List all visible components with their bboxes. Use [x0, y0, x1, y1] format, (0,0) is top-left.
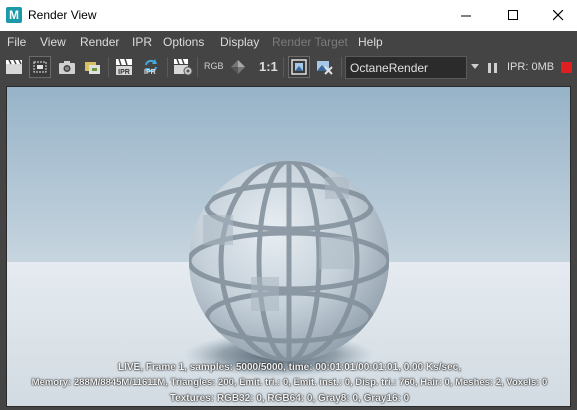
remove-image-button[interactable]	[314, 56, 336, 78]
stop-icon[interactable]	[561, 62, 572, 73]
rgb-channel-label[interactable]: RGB	[204, 61, 224, 71]
menu-render-target: Render Target	[272, 35, 348, 49]
close-icon	[552, 10, 563, 21]
maximize-icon	[507, 10, 518, 20]
menu-display[interactable]: Display	[220, 35, 259, 49]
menu-options[interactable]: Options	[163, 35, 204, 49]
toolbar: IPR IPR RGB 1:1 OctaneRender IPR: 0MB	[0, 53, 577, 82]
toolbar-separator	[283, 57, 284, 77]
renderer-select[interactable]: OctaneRender	[345, 56, 467, 79]
maximize-button[interactable]	[490, 0, 536, 31]
close-button[interactable]	[535, 0, 577, 31]
menu-ipr[interactable]: IPR	[132, 35, 152, 49]
menu-view[interactable]: View	[40, 35, 66, 49]
svg-text:IPR: IPR	[118, 69, 130, 76]
chevron-down-icon[interactable]	[471, 64, 479, 69]
keep-image-icon	[85, 62, 100, 74]
menu-bar: File View Render IPR Options Display Ren…	[0, 31, 577, 53]
one-to-one-icon[interactable]: 1:1	[259, 59, 278, 74]
menu-help[interactable]: Help	[358, 35, 383, 49]
toolbar-separator	[108, 57, 109, 77]
remove-image-icon	[317, 61, 333, 75]
toolbar-separator	[341, 57, 342, 77]
render-region-icon	[33, 61, 47, 73]
snapshot-button[interactable]	[56, 56, 78, 78]
ipr-label: IPR	[144, 69, 156, 76]
ipr-render-icon: IPR	[116, 58, 132, 76]
maya-logo-icon: M	[6, 7, 22, 23]
minimize-button[interactable]	[443, 0, 489, 31]
menu-render[interactable]: Render	[80, 35, 119, 49]
rendered-image	[7, 87, 570, 406]
render-status-line-3: Textures: RGB32: 0, RGB64: 0, Gray8: 0, …	[169, 393, 410, 404]
display-frame-icon	[291, 59, 307, 75]
clapper-button[interactable]	[3, 56, 25, 78]
pause-icon[interactable]	[488, 63, 497, 73]
render-settings-button[interactable]	[172, 56, 194, 78]
snapshot-icon	[59, 61, 75, 74]
render-viewport[interactable]: LIVE, Frame 1, samples: 5000/5000, time:…	[6, 86, 571, 407]
clapper-icon	[6, 59, 22, 74]
render-region-button[interactable]	[29, 56, 51, 78]
ipr-render-button[interactable]: IPR	[113, 56, 135, 78]
render-status-line-1: LIVE, Frame 1, samples: 5000/5000, time:…	[118, 362, 461, 373]
display-frame-button[interactable]	[288, 56, 310, 78]
channel-button[interactable]	[227, 56, 249, 78]
keep-image-button[interactable]	[82, 56, 104, 78]
channel-icon	[231, 60, 245, 74]
render-settings-icon	[174, 58, 193, 76]
ipr-memory-readout: IPR: 0MB	[507, 61, 555, 73]
render-status-line-2: Memory: 288M/8845M/11611M, Triangles: 20…	[31, 377, 548, 388]
toolbar-separator	[167, 57, 168, 77]
toolbar-separator	[197, 57, 198, 77]
refresh-ipr-button[interactable]: IPR	[140, 56, 162, 78]
window-title: Render View	[28, 8, 97, 22]
minimize-icon	[460, 15, 471, 17]
title-bar: M Render View	[0, 0, 577, 31]
menu-file[interactable]: File	[7, 35, 26, 49]
